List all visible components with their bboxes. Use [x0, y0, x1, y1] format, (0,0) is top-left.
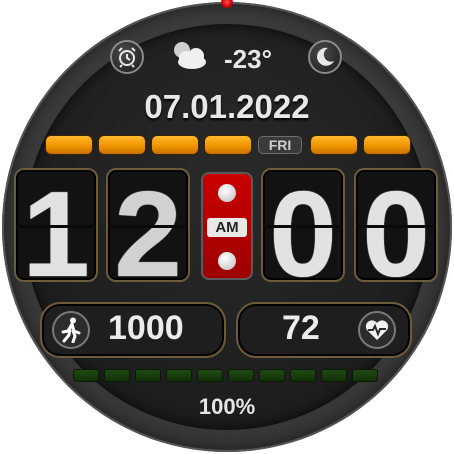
battery-segment	[135, 369, 161, 382]
battery-segment	[321, 369, 347, 382]
day-bar	[205, 136, 251, 154]
walking-person-icon	[61, 317, 81, 343]
heart-pulse-icon	[365, 320, 389, 340]
partly-cloudy-icon	[174, 42, 206, 69]
alarm-button[interactable]	[110, 40, 144, 74]
battery-segment	[73, 369, 99, 382]
colon-dot-top	[218, 184, 236, 202]
day-bar	[99, 136, 145, 154]
day-bar	[152, 136, 198, 154]
hour-tens-value: 1	[22, 168, 90, 282]
hour-ones-value: 2	[114, 168, 182, 282]
alarm-clock-icon	[118, 47, 136, 68]
battery-segment	[290, 369, 316, 382]
steps-icon-badge	[52, 311, 90, 349]
hour-ones-digit: 2	[106, 168, 190, 282]
day-bar	[46, 136, 92, 154]
night-mode-button[interactable]	[308, 40, 342, 74]
battery-segment	[104, 369, 130, 382]
heart-rate-value: 72	[282, 309, 320, 347]
minute-tens-digit: 0	[261, 168, 345, 282]
minute-tens-value: 0	[269, 168, 337, 282]
battery-percent: 100%	[198, 394, 256, 419]
temperature: -23°	[224, 44, 272, 74]
minute-ones-digit: 0	[354, 168, 438, 282]
battery-segment	[228, 369, 254, 382]
colon-dot-bottom	[218, 252, 236, 270]
minute-ones-value: 0	[362, 168, 430, 282]
steps-value: 1000	[108, 309, 184, 347]
battery-segment	[259, 369, 285, 382]
day-bar	[364, 136, 410, 154]
battery-segment	[352, 369, 378, 382]
day-of-week-label: FRI	[258, 136, 302, 154]
hour-tens-digit: 1	[14, 168, 98, 282]
day-bar	[311, 136, 357, 154]
heart-rate-icon-badge	[358, 311, 396, 349]
date-display: 07.01.2022	[144, 88, 310, 125]
moon-icon	[317, 47, 334, 66]
ampm-label: AM	[207, 218, 247, 237]
battery-segment	[166, 369, 192, 382]
weather-icon	[166, 38, 212, 72]
battery-segment	[197, 369, 223, 382]
